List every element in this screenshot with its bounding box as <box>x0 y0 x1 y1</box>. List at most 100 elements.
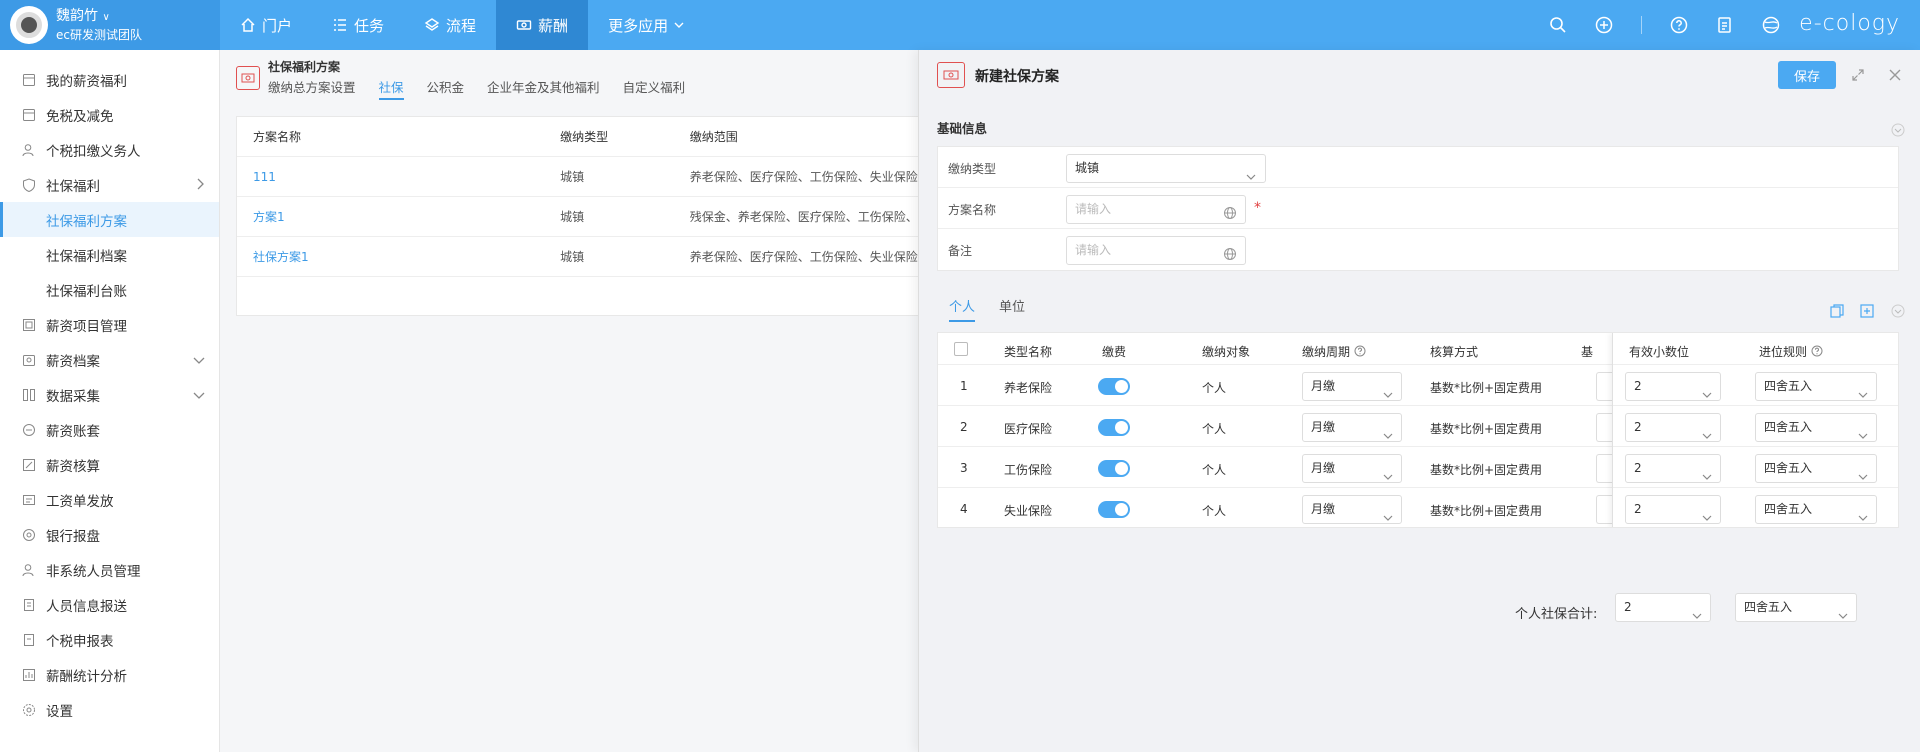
nav-portal[interactable]: 门户 <box>220 0 312 50</box>
rounding-select[interactable]: 四舍五入 <box>1755 413 1877 442</box>
total-decimals-select[interactable]: 2 <box>1615 593 1711 622</box>
globe-icon[interactable] <box>1762 16 1780 34</box>
insurance-name: 养老保险 <box>1004 381 1053 395</box>
collapse-icon[interactable] <box>1891 123 1905 141</box>
close-icon[interactable] <box>1888 68 1902 86</box>
plan-name-link[interactable]: 111 <box>253 170 276 184</box>
calc-method: 基数*比例+固定费用 <box>1430 381 1543 395</box>
payment-toggle[interactable] <box>1098 501 1130 518</box>
sidebar-item-payslip[interactable]: 工资单发放 <box>0 482 219 517</box>
calc-icon <box>22 458 36 472</box>
archive-icon <box>22 353 36 367</box>
globe-icon[interactable] <box>1223 203 1237 230</box>
tab-annuity[interactable]: 企业年金及其他福利 <box>487 78 600 100</box>
sidebar-item-social-insurance[interactable]: 社保福利 <box>0 167 219 202</box>
sidebar-item-salary-set[interactable]: 薪资账套 <box>0 412 219 447</box>
select-all-checkbox[interactable] <box>954 342 968 356</box>
add-circle-icon[interactable] <box>1595 16 1613 34</box>
sidebar-item-my-salary[interactable]: 我的薪资福利 <box>0 62 219 97</box>
payment-period-select[interactable]: 月缴 <box>1302 372 1402 401</box>
sidebar-item-salary-calc[interactable]: 薪资核算 <box>0 447 219 482</box>
main-content: 社保福利方案 缴纳总方案设置 社保 公积金 企业年金及其他福利 自定义福利 方案… <box>220 50 920 752</box>
sidebar-item-salary-archive[interactable]: 薪资档案 <box>0 342 219 377</box>
avatar[interactable] <box>10 6 48 44</box>
decimals-select[interactable]: 2 <box>1625 495 1721 524</box>
at-icon <box>22 528 36 542</box>
help-icon[interactable] <box>1670 16 1688 34</box>
sidebar-item-tax-return[interactable]: 个税申报表 <box>0 622 219 657</box>
sidebar-item-withholding[interactable]: 个税扣缴义务人 <box>0 132 219 167</box>
tab-housing-fund[interactable]: 公积金 <box>427 78 465 100</box>
insurance-name: 工伤保险 <box>1004 463 1053 477</box>
rounding-select[interactable]: 四舍五入 <box>1755 372 1877 401</box>
document-icon[interactable] <box>1716 16 1734 34</box>
payment-type-select[interactable]: 城镇 <box>1066 154 1266 183</box>
plan-name-input[interactable]: 请输入 <box>1066 195 1246 224</box>
rounding-select[interactable]: 四舍五入 <box>1755 454 1877 483</box>
decimals-select[interactable]: 2 <box>1625 372 1721 401</box>
payment-period-select[interactable]: 月缴 <box>1302 413 1402 442</box>
sidebar-item-salary-items[interactable]: 薪资项目管理 <box>0 307 219 342</box>
sidebar-item-staff-report[interactable]: 人员信息报送 <box>0 587 219 622</box>
chevron-down-icon <box>193 353 205 369</box>
user-menu[interactable]: 魏韵竹 ∨ ec研发测试团队 <box>0 0 220 50</box>
send-icon <box>22 493 36 507</box>
tab-total-plan[interactable]: 缴纳总方案设置 <box>268 78 356 100</box>
plan-name-link[interactable]: 社保方案1 <box>253 250 309 264</box>
payment-toggle[interactable] <box>1098 460 1130 477</box>
sidebar-item-data-collect[interactable]: 数据采集 <box>0 377 219 412</box>
column-header[interactable]: 方案名称 <box>237 128 560 145</box>
tab-custom-welfare[interactable]: 自定义福利 <box>623 78 686 100</box>
column-header[interactable]: 缴纳类型 <box>560 128 690 145</box>
add-row-icon[interactable] <box>1859 303 1875 319</box>
payment-toggle[interactable] <box>1098 378 1130 395</box>
sidebar-item-statistics[interactable]: 薪酬统计分析 <box>0 657 219 692</box>
decimals-select[interactable]: 2 <box>1625 454 1721 483</box>
base-input[interactable] <box>1596 495 1612 524</box>
money-icon <box>516 17 532 33</box>
help-icon[interactable] <box>1811 345 1823 360</box>
user-name[interactable]: 魏韵竹 ∨ <box>56 7 142 27</box>
sidebar-item-social-archive[interactable]: 社保福利档案 <box>0 237 219 272</box>
tab-personal[interactable]: 个人 <box>949 296 976 322</box>
sidebar-item-social-ledger[interactable]: 社保福利台账 <box>0 272 219 307</box>
sidebar-item-settings[interactable]: 设置 <box>0 692 219 727</box>
decimals-select[interactable]: 2 <box>1625 413 1721 442</box>
payment-target: 个人 <box>1202 504 1227 518</box>
sidebar-item-bank[interactable]: 银行报盘 <box>0 517 219 552</box>
table-toolbar <box>1829 303 1889 319</box>
total-rounding-select[interactable]: 四舍五入 <box>1735 593 1857 622</box>
copy-icon[interactable] <box>1829 303 1845 319</box>
sidebar-item-external-staff[interactable]: 非系统人员管理 <box>0 552 219 587</box>
tab-social[interactable]: 社保 <box>378 78 404 100</box>
table-row[interactable]: 111 城镇 养老保险、医疗保险、工伤保险、失业保险、生育保险 <box>237 157 919 197</box>
base-input[interactable] <box>1596 413 1612 442</box>
globe-icon[interactable] <box>1223 244 1237 271</box>
team-name: ec研发测试团队 <box>56 28 142 42</box>
payment-period-select[interactable]: 月缴 <box>1302 495 1402 524</box>
plan-scope: 养老保险、医疗保险、工伤保险、失业保险、生育保险 <box>689 170 919 184</box>
collapse-icon[interactable] <box>1891 304 1905 322</box>
maximize-icon[interactable] <box>1851 68 1865 86</box>
rounding-select[interactable]: 四舍五入 <box>1755 495 1877 524</box>
sidebar-item-tax-exempt[interactable]: 免税及减免 <box>0 97 219 132</box>
remark-input[interactable]: 请输入 <box>1066 236 1246 265</box>
help-icon[interactable] <box>1354 345 1366 360</box>
base-input[interactable] <box>1596 454 1612 483</box>
nav-more-apps[interactable]: 更多应用 <box>588 0 704 50</box>
nav-salary[interactable]: 薪酬 <box>496 0 589 50</box>
payment-period-select[interactable]: 月缴 <box>1302 454 1402 483</box>
table-row[interactable]: 方案1 城镇 残保金、养老保险、医疗保险、工伤保险、失业保险 <box>237 197 919 237</box>
nav-tasks[interactable]: 任务 <box>312 0 404 50</box>
sidebar-item-social-plan[interactable]: 社保福利方案 <box>0 202 219 237</box>
search-icon[interactable] <box>1549 16 1567 34</box>
plan-name-link[interactable]: 方案1 <box>253 210 285 224</box>
table-row[interactable]: 社保方案1 城镇 养老保险、医疗保险、工伤保险、失业保险、生育保险 <box>237 237 919 277</box>
nav-workflow[interactable]: 流程 <box>404 0 496 50</box>
base-input[interactable] <box>1596 372 1612 401</box>
tab-company[interactable]: 单位 <box>999 296 1025 322</box>
row-index: 2 <box>960 420 968 434</box>
column-header[interactable]: 缴纳范围 <box>690 128 919 145</box>
save-button[interactable]: 保存 <box>1778 61 1836 89</box>
payment-toggle[interactable] <box>1098 419 1130 436</box>
